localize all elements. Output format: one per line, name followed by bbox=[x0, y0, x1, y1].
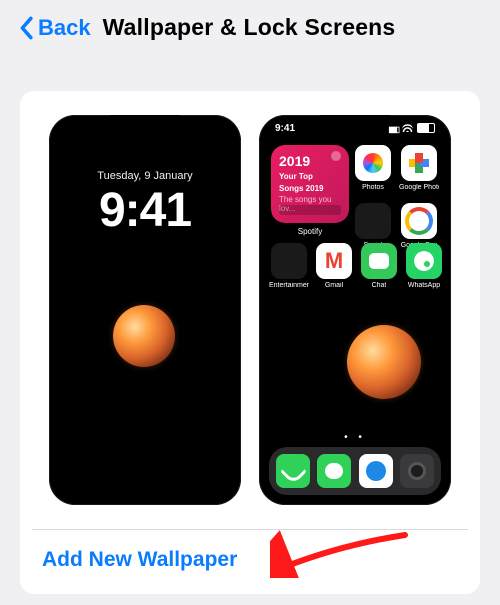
camera-icon bbox=[400, 454, 434, 488]
app-photos: Photos bbox=[355, 145, 391, 191]
spotify-logo-icon bbox=[331, 151, 341, 161]
settings-header: Back Wallpaper & Lock Screens bbox=[0, 0, 500, 61]
google-pay-icon bbox=[401, 203, 437, 239]
phone-icon bbox=[276, 454, 310, 488]
moon-wallpaper-icon bbox=[347, 325, 421, 399]
page-title: Wallpaper & Lock Screens bbox=[103, 14, 396, 41]
app-whatsapp: WhatsApp bbox=[406, 243, 442, 289]
app-google-photos: Google Photos bbox=[401, 145, 437, 191]
moon-wallpaper-icon bbox=[113, 305, 175, 367]
battery-icon bbox=[417, 123, 435, 136]
wallpaper-card: Tuesday, 9 January 9:41 9:41 2019 Your T… bbox=[20, 91, 480, 594]
back-label: Back bbox=[38, 15, 91, 41]
app-grid-bottom: Entertainment Gmail Chat WhatsApp bbox=[271, 243, 443, 289]
google-photos-icon bbox=[401, 145, 437, 181]
wifi-icon bbox=[402, 124, 413, 135]
dock bbox=[269, 447, 441, 495]
lock-screen-preview[interactable]: Tuesday, 9 January 9:41 bbox=[49, 115, 241, 505]
wallpaper-previews: Tuesday, 9 January 9:41 9:41 2019 Your T… bbox=[38, 115, 462, 505]
widget-bar bbox=[279, 205, 341, 215]
widget-line1: Your Top bbox=[279, 172, 341, 181]
app-gmail: Gmail bbox=[316, 243, 352, 289]
chat-icon bbox=[361, 243, 397, 279]
app-chat: Chat bbox=[361, 243, 397, 289]
page-indicator: • • bbox=[259, 432, 451, 443]
divider bbox=[32, 529, 468, 530]
app-entertainment-folder: Entertainment bbox=[271, 243, 307, 289]
cellular-icon bbox=[388, 124, 398, 135]
chevron-left-icon bbox=[18, 16, 34, 40]
home-screen-preview[interactable]: 9:41 2019 Your Top Songs 2019 The songs … bbox=[259, 115, 451, 505]
entertainment-folder-icon bbox=[271, 243, 307, 279]
status-bar: 9:41 bbox=[275, 123, 435, 136]
lock-date: Tuesday, 9 January bbox=[49, 170, 241, 182]
social-folder-icon bbox=[355, 203, 391, 239]
widget-line2: Songs 2019 bbox=[279, 184, 341, 193]
status-time: 9:41 bbox=[275, 123, 295, 136]
lock-time: 9:41 bbox=[49, 183, 241, 238]
gmail-icon bbox=[316, 243, 352, 279]
back-button[interactable]: Back bbox=[18, 15, 91, 41]
add-new-wallpaper-button[interactable]: Add New Wallpaper bbox=[38, 544, 462, 576]
messages-icon bbox=[317, 454, 351, 488]
app-grid-top: Photos Google Photos Social Google Pay bbox=[355, 145, 441, 249]
whatsapp-icon bbox=[406, 243, 442, 279]
widget-label: Spotify bbox=[271, 227, 349, 236]
photos-icon bbox=[355, 145, 391, 181]
spotify-widget: 2019 Your Top Songs 2019 The songs you l… bbox=[271, 145, 349, 223]
safari-icon bbox=[359, 454, 393, 488]
